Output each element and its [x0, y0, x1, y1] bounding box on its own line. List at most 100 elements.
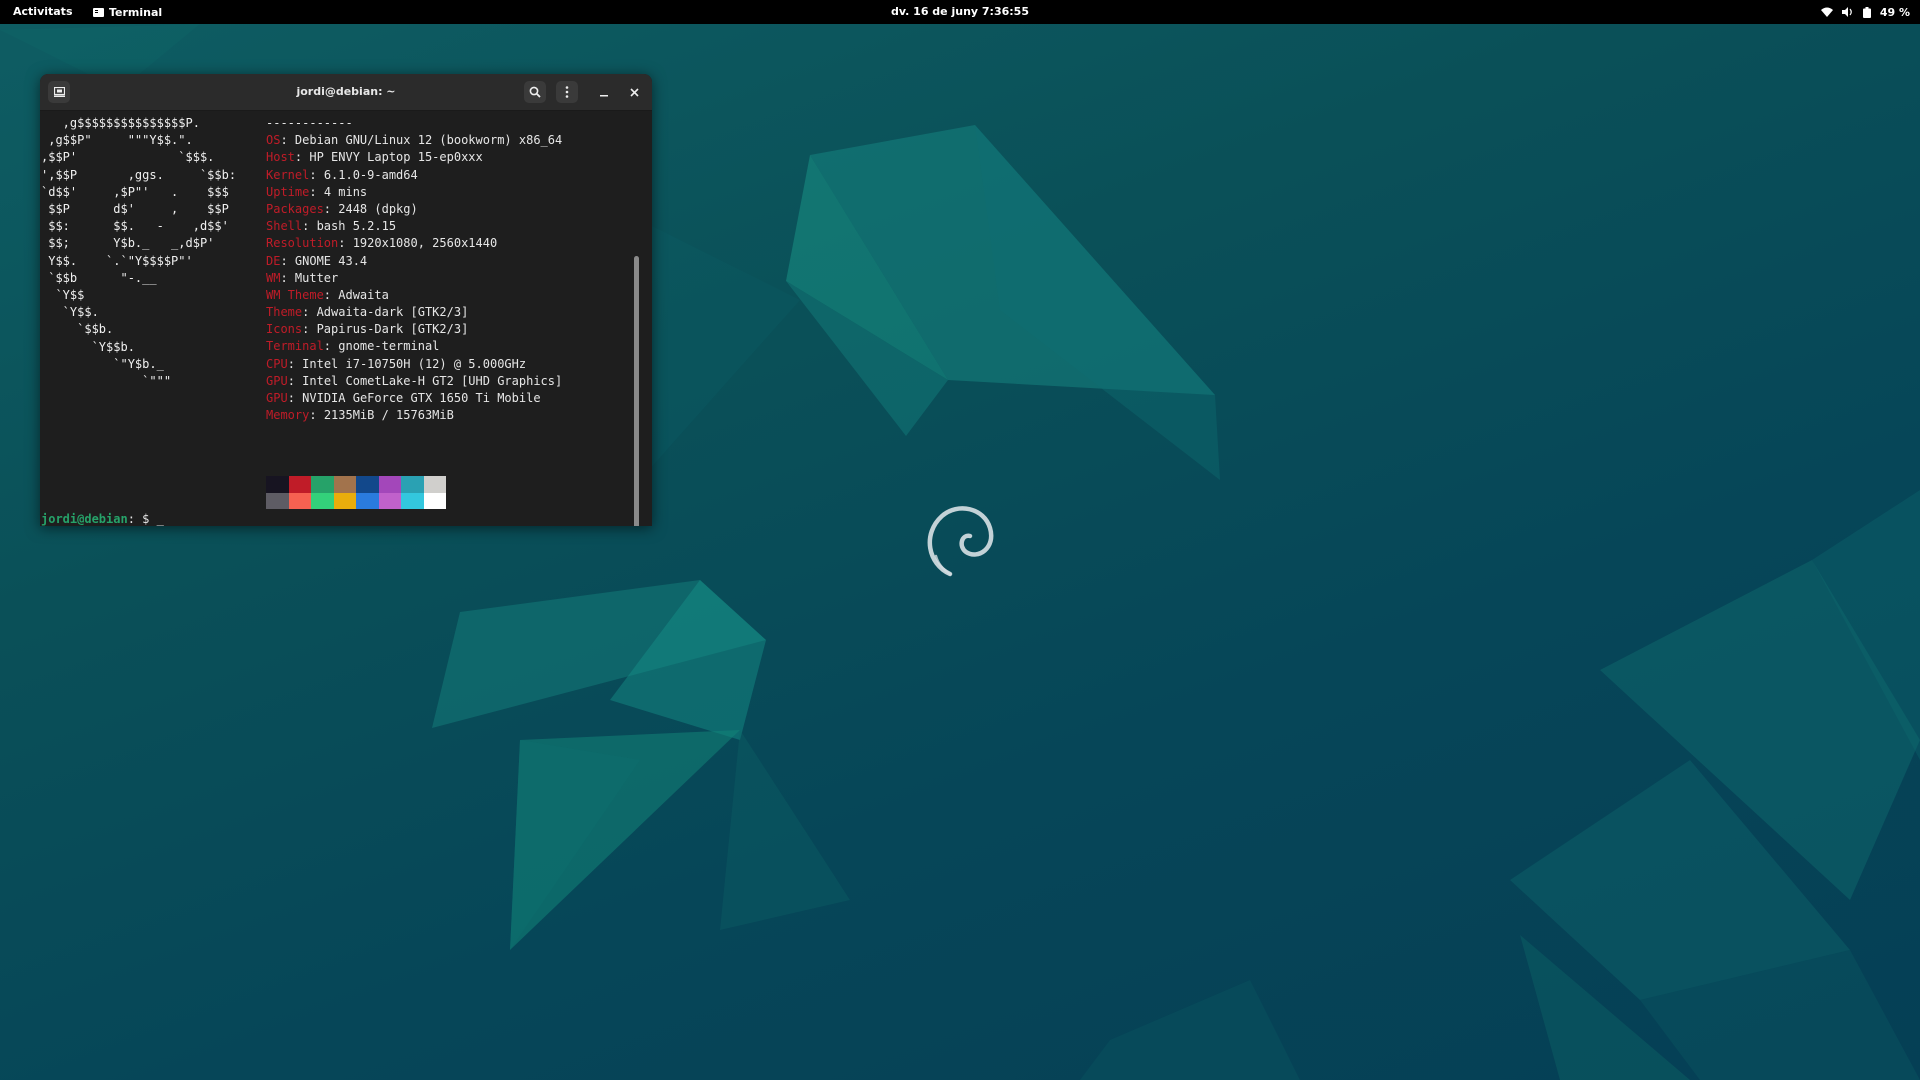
search-icon: [529, 86, 541, 98]
info-value: NVIDIA GeForce GTX 1650 Ti Mobile: [302, 391, 541, 405]
info-key: WM Theme: [266, 287, 324, 302]
ascii-art-line: ,$$P' `$$$.: [41, 150, 215, 165]
info-value: Adwaita-dark [GTK2/3]: [316, 305, 469, 320]
palette-swatch: [423, 492, 446, 509]
info-line: WM: Mutter: [266, 270, 339, 285]
battery-percentage: 49 %: [1879, 5, 1910, 19]
info-value: 2448 (dpkg): [338, 201, 418, 216]
close-icon: [629, 87, 639, 97]
app-menu-button[interactable]: Terminal: [93, 0, 162, 24]
neofetch-info: ------------ OS: Debian GNU/Linux 12 (bo…: [266, 115, 562, 424]
search-button[interactable]: [524, 81, 546, 103]
activities-button[interactable]: Activitats: [13, 0, 73, 24]
info-key: Theme: [266, 305, 303, 320]
terminal-headerbar[interactable]: jordi@debian: ~: [40, 74, 652, 111]
ascii-art-line: ,g$$P" """Y$$.".: [41, 133, 193, 148]
info-value: Papirus-Dark [GTK2/3]: [316, 322, 469, 337]
palette-swatch: [288, 476, 311, 493]
debian-ascii-logo: ,g$$$$$$$$$$$$$$$P. ,g$$P" """Y$$.". ,$$…: [41, 115, 236, 390]
palette-swatch: [401, 492, 424, 509]
terminal-content[interactable]: ,g$$$$$$$$$$$$$$$P. ,g$$P" """Y$$.". ,$$…: [40, 111, 642, 526]
info-line: Host: HP ENVY Laptop 15-ep0xxx: [266, 150, 483, 165]
info-value: Mutter: [294, 270, 339, 285]
info-value: GNOME 43.4: [294, 253, 368, 268]
ascii-art-line: `"Y$b._: [41, 356, 164, 371]
info-line: Packages: 2448 (dpkg): [266, 201, 418, 216]
minimize-icon: [599, 94, 608, 96]
info-line: Terminal: gnome-terminal: [266, 339, 440, 354]
ascii-art-line: `""": [41, 374, 172, 389]
clock-container: dv. 16 de juny 7:36:55: [0, 0, 1920, 24]
shell-prompt[interactable]: jordi@debian: $ _: [41, 511, 164, 526]
info-line: Kernel: 6.1.0-9-amd64: [266, 167, 418, 182]
info-line: GPU: Intel CometLake-H GT2 [UHD Graphics…: [266, 373, 563, 388]
info-line: Memory: 2135MiB / 15763MiB: [266, 408, 454, 423]
info-key: Memory: [266, 408, 310, 423]
info-line: Theme: Adwaita-dark [GTK2/3]: [266, 305, 469, 320]
ascii-art-line: Y$$. `.`"Y$$$$P"': [41, 253, 193, 268]
info-value: Debian GNU/Linux 12 (bookworm) x86_64: [294, 133, 563, 148]
info-value: Intel CometLake-H GT2 [UHD Graphics]: [302, 373, 563, 388]
ascii-art-line: `$$b "-.__: [41, 270, 157, 285]
info-line: OS: Debian GNU/Linux 12 (bookworm) x86_6…: [266, 133, 563, 148]
palette-swatch: [288, 492, 311, 509]
ascii-art-line: $$P d$' , $$P: [41, 202, 229, 217]
info-key: OS: [266, 133, 281, 148]
palette-swatch: [401, 476, 424, 493]
system-status-area[interactable]: 49 %: [1820, 0, 1910, 24]
close-button[interactable]: [624, 82, 644, 102]
terminal-app-icon: [93, 7, 104, 17]
palette-swatch: [333, 476, 356, 493]
info-line: CPU: Intel i7-10750H (12) @ 5.000GHz: [266, 356, 527, 371]
menu-icon: [565, 86, 569, 98]
terminal-scrollbar[interactable]: [634, 256, 639, 526]
ascii-art-line: `Y$$b.: [41, 339, 135, 354]
info-key: Terminal: [266, 339, 324, 354]
info-value: Adwaita: [338, 287, 389, 302]
terminal-window[interactable]: jordi@debian: ~ ,g$$$$$$$$$$$$$$$P. ,g$$…: [40, 74, 652, 526]
ascii-art-line: ',$$P ,ggs. `$$b:: [41, 167, 237, 182]
wifi-icon: [1820, 7, 1833, 17]
separator-line: ------------: [266, 116, 353, 130]
menu-button[interactable]: [556, 81, 578, 103]
palette-swatch: [266, 476, 289, 493]
new-tab-icon: [53, 87, 65, 97]
ascii-art-line: `$$b.: [41, 322, 114, 337]
info-key: Uptime: [266, 184, 310, 199]
palette-swatch: [333, 492, 356, 509]
app-menu-label: Terminal: [109, 5, 163, 19]
debian-swirl-logo: [927, 506, 994, 577]
battery-icon: [1862, 6, 1871, 18]
info-key: GPU: [266, 373, 288, 388]
info-line: Icons: Papirus-Dark [GTK2/3]: [266, 322, 469, 337]
info-key: Packages: [266, 201, 324, 216]
info-key: Icons: [266, 322, 303, 337]
ascii-art-line: ,g$$$$$$$$$$$$$$$P.: [41, 116, 200, 130]
info-line: GPU: NVIDIA GeForce GTX 1650 Ti Mobile: [266, 391, 541, 405]
info-value: 6.1.0-9-amd64: [323, 167, 418, 182]
ascii-art-line: `Y$$: [41, 288, 85, 303]
ascii-art-line: $$; Y$b._ _,d$P': [41, 236, 215, 251]
palette-swatch: [423, 476, 446, 493]
info-line: Uptime: 4 mins: [266, 184, 368, 199]
info-key: DE: [266, 253, 281, 268]
clock-button[interactable]: dv. 16 de juny 7:36:55: [891, 5, 1029, 18]
palette-row-bright: [266, 492, 446, 509]
palette-swatch: [266, 492, 289, 509]
info-key: Resolution: [266, 236, 339, 251]
palette-swatch: [378, 476, 401, 493]
info-key: CPU: [266, 356, 288, 371]
info-value: 2135MiB / 15763MiB: [323, 408, 454, 423]
ascii-art-line: $$: $$. - ,d$$': [41, 219, 229, 234]
info-line: Shell: bash 5.2.15: [266, 219, 397, 234]
info-line: WM Theme: Adwaita: [266, 287, 389, 302]
palette-swatch: [378, 492, 401, 509]
info-line: Resolution: 1920x1080, 2560x1440: [266, 236, 498, 251]
ascii-art-line: `d$$' ,$P"' . $$$: [41, 184, 229, 199]
palette-swatch: [356, 492, 379, 509]
info-value: HP ENVY Laptop 15-ep0xxx: [309, 150, 483, 165]
minimize-button[interactable]: [594, 82, 614, 102]
palette-swatch: [356, 476, 379, 493]
palette-swatch: [311, 476, 334, 493]
new-tab-button[interactable]: [48, 81, 70, 103]
